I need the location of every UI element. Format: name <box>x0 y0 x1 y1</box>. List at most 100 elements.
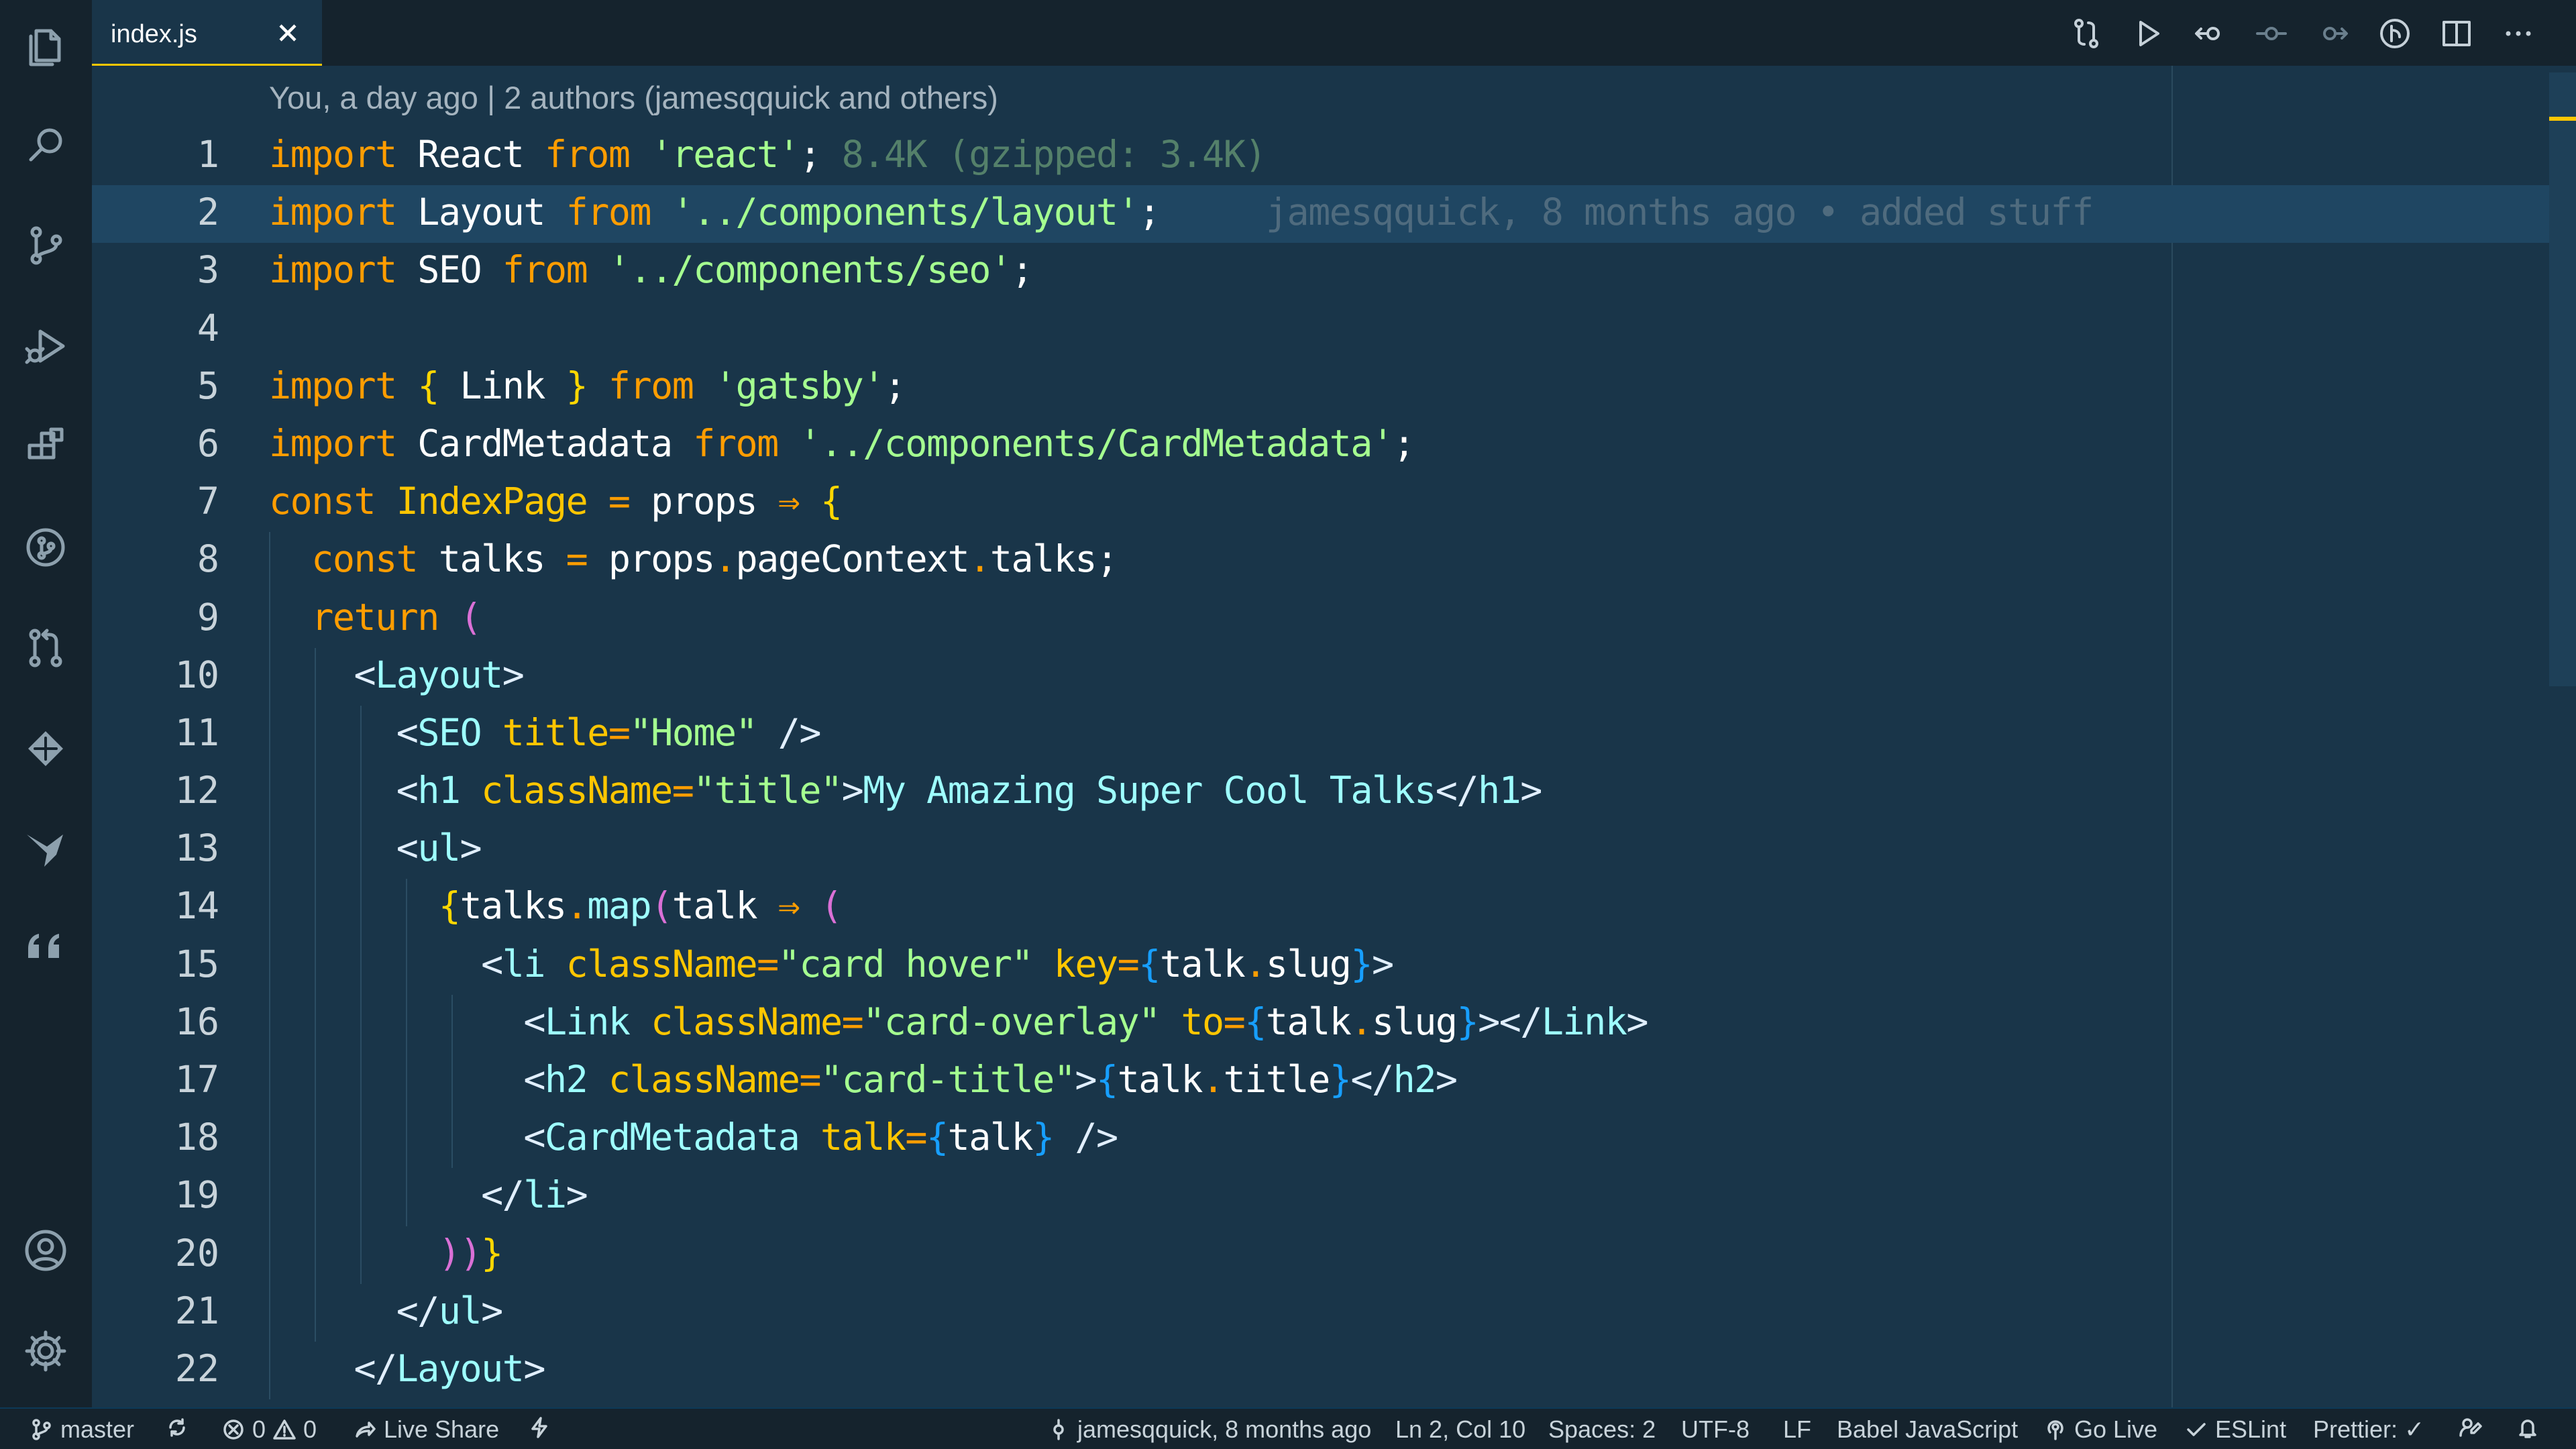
inline-blame: jamesqquick, 8 months ago • added stuff <box>1266 191 2093 233</box>
language-mode[interactable]: Babel JavaScript <box>1837 1415 2018 1444</box>
scrollbar-cursor-marker <box>2549 117 2576 121</box>
branch-name: master <box>60 1415 134 1444</box>
line-number: 7 <box>92 480 219 523</box>
indentation-text: Spaces: 2 <box>1548 1415 1656 1444</box>
code-line: 9 return ( <box>92 590 2576 648</box>
code-text: import CardMetadata from '../components/… <box>269 422 1414 465</box>
code-text: import { Link } from 'gatsby'; <box>269 364 905 407</box>
close-icon[interactable] <box>270 15 306 51</box>
codelens-authors[interactable]: You, a day ago | 2 authors (jamesqquick … <box>269 79 998 116</box>
eslint-status[interactable]: ESLint <box>2184 1415 2286 1444</box>
notifications-button[interactable] <box>2516 1415 2540 1440</box>
open-previous-change-icon[interactable] <box>2186 13 2234 54</box>
code-line: 21 </ul> <box>92 1284 2576 1342</box>
line-number: 19 <box>92 1173 219 1216</box>
vertical-scrollbar[interactable] <box>2549 72 2576 686</box>
code-text: {talks.map(talk ⇒ ( <box>269 884 842 927</box>
code-line-current: 2 import Layout from '../components/layo… <box>92 185 2576 243</box>
line-number: 1 <box>92 133 219 176</box>
quote-icon[interactable] <box>19 923 72 977</box>
code-line: 17 <h2 className="card-title">{talk.titl… <box>92 1053 2576 1110</box>
account-icon[interactable] <box>19 1224 72 1277</box>
code-line: 5 import { Link } from 'gatsby'; <box>92 359 2576 417</box>
code-line: 13 <ul> <box>92 821 2576 879</box>
run-debug-icon[interactable] <box>19 319 72 373</box>
warning-icon <box>272 1417 297 1442</box>
settings-gear-icon[interactable] <box>19 1324 72 1378</box>
line-number: 10 <box>92 653 219 696</box>
feedback-icon <box>2458 1415 2482 1440</box>
go-live-label: Go Live <box>2074 1415 2157 1444</box>
code-line: 1 import React from 'react'; 8.4K (gzipp… <box>92 127 2576 185</box>
split-editor-icon[interactable] <box>2432 13 2481 54</box>
git-lens-icon[interactable] <box>2371 13 2419 54</box>
cursor-position[interactable]: Ln 2, Col 10 <box>1395 1415 1525 1444</box>
line-number: 9 <box>92 596 219 639</box>
line-number: 21 <box>92 1289 219 1332</box>
netlify-icon[interactable] <box>19 722 72 775</box>
more-actions-icon[interactable] <box>2494 13 2542 54</box>
status-bar: master 0 0 Live Share jamesqquick, 8 mon… <box>0 1407 2576 1449</box>
feedback-button[interactable] <box>2458 1415 2482 1440</box>
run-icon[interactable] <box>2124 13 2172 54</box>
prettier-status[interactable]: Prettier: ✓ <box>2313 1415 2424 1444</box>
code-line: 4 <box>92 301 2576 359</box>
language-text: Babel JavaScript <box>1837 1415 2018 1444</box>
lightning-button[interactable] <box>527 1415 551 1440</box>
live-share-icon <box>353 1417 377 1442</box>
blame-status[interactable]: jamesqquick, 8 months ago <box>1046 1415 1371 1444</box>
tab-label: index.js <box>111 20 197 49</box>
line-number: 4 <box>92 307 219 350</box>
eol-text: LF <box>1783 1415 1811 1444</box>
bell-icon <box>2516 1415 2540 1440</box>
line-number: 15 <box>92 943 219 985</box>
line-number: 3 <box>92 248 219 291</box>
code-line: 11 <SEO title="Home" /> <box>92 706 2576 763</box>
code-line: 15 <li className="card hover" key={talk.… <box>92 937 2576 995</box>
go-live-button[interactable]: Go Live <box>2043 1415 2157 1444</box>
code-line: 18 <CardMetadata talk={talk} /> <box>92 1110 2576 1168</box>
compare-changes-icon[interactable] <box>2062 13 2110 54</box>
editor-toolbar <box>2062 13 2542 54</box>
extensions-icon[interactable] <box>19 420 72 474</box>
code-editor[interactable]: You, a day ago | 2 authors (jamesqquick … <box>92 66 2576 1407</box>
code-lines: 1 import React from 'react'; 8.4K (gzipp… <box>92 127 2576 1399</box>
check-icon <box>2184 1417 2208 1442</box>
code-text: </li> <box>269 1173 587 1216</box>
pull-request-icon[interactable] <box>19 621 72 675</box>
code-text: import SEO from '../components/seo'; <box>269 248 1032 291</box>
problems-indicator[interactable]: 0 0 <box>221 1415 317 1444</box>
line-number: 14 <box>92 884 219 927</box>
code-line: 6 import CardMetadata from '../component… <box>92 417 2576 474</box>
code-text: </Layout> <box>269 1347 545 1390</box>
code-text: return ( <box>269 596 481 639</box>
encoding-setting[interactable]: UTF-8 <box>1681 1415 1750 1444</box>
code-text: <h1 className="title">My Amazing Super C… <box>269 769 1542 812</box>
line-number: 18 <box>92 1116 219 1159</box>
error-icon <box>221 1417 246 1442</box>
code-text: <Layout> <box>269 653 523 696</box>
activity-bar <box>0 0 92 1407</box>
indentation-setting[interactable]: Spaces: 2 <box>1548 1415 1656 1444</box>
line-number: 11 <box>92 711 219 754</box>
sync-button[interactable] <box>165 1415 189 1440</box>
code-line: 16 <Link className="card-overlay" to={ta… <box>92 995 2576 1053</box>
git-graph-icon[interactable] <box>19 521 72 574</box>
deploy-icon[interactable] <box>19 822 72 876</box>
live-share-label: Live Share <box>384 1415 499 1444</box>
code-line: 7 const IndexPage = props ⇒ { <box>92 474 2576 532</box>
open-next-change-icon[interactable] <box>2309 13 2357 54</box>
tab-index-js[interactable]: index.js <box>92 0 322 66</box>
search-icon[interactable] <box>19 118 72 172</box>
commit-icon[interactable] <box>2247 13 2296 54</box>
code-text: <Link className="card-overlay" to={talk.… <box>269 1000 1648 1043</box>
source-control-icon[interactable] <box>19 219 72 272</box>
eol-setting[interactable]: LF <box>1783 1415 1811 1444</box>
branch-indicator[interactable]: master <box>30 1415 134 1444</box>
files-icon[interactable] <box>19 19 72 72</box>
line-number: 2 <box>92 191 219 233</box>
code-line: 12 <h1 className="title">My Amazing Supe… <box>92 763 2576 821</box>
live-share-button[interactable]: Live Share <box>353 1415 499 1444</box>
sync-icon <box>165 1415 189 1440</box>
prettier-label: Prettier: ✓ <box>2313 1415 2424 1444</box>
